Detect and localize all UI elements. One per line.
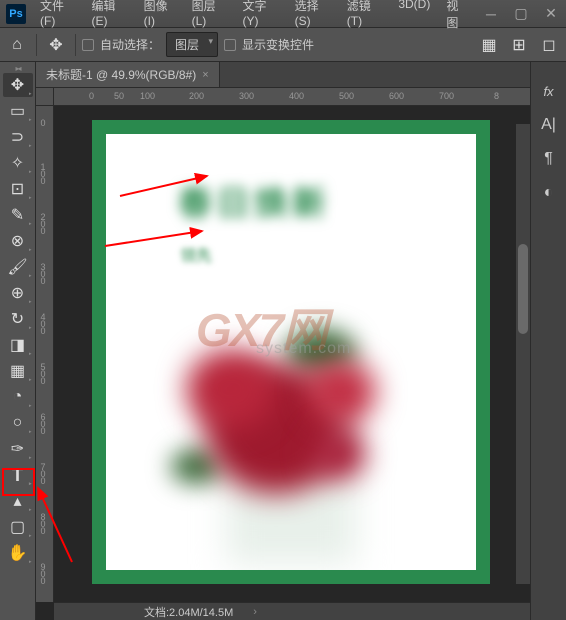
rect-marquee-tool[interactable]: ▭: [3, 99, 33, 123]
canvas-title-text: 春日焕新: [178, 176, 330, 225]
document-tabs: 未标题-1 @ 49.9%(RGB/8#) ×: [36, 62, 530, 88]
move-tool[interactable]: ✥: [3, 73, 33, 97]
app-logo: Ps: [6, 4, 26, 24]
swatch-panel-icon[interactable]: ◐: [536, 182, 562, 204]
canvas-subtitle-text: 领先: [180, 242, 212, 266]
status-chevron-icon[interactable]: ›: [253, 606, 257, 618]
tools-panel: ✥ ▭ ⊃ ✧ ⊡ ✎ ⊗ 🖌 ⊕ ↻ ◨ ▦ ◔ ○ ✑ T ▴ ▢ ✋: [0, 62, 36, 620]
ruler-horizontal[interactable]: 0 50 100 200 300 400 500 600 700 8: [54, 88, 530, 106]
close-button[interactable]: ✕: [536, 0, 566, 28]
fx-panel-icon[interactable]: fx: [536, 80, 562, 102]
dodge-tool[interactable]: ○: [3, 411, 33, 435]
scrollbar-vertical[interactable]: [516, 124, 530, 584]
doc-info-text: 文档:2.04M/14.5M: [144, 604, 233, 620]
canvas-viewport[interactable]: 春日焕新 领先 GX7网 system.com: [54, 106, 530, 602]
blur-tool[interactable]: ◔: [3, 385, 33, 409]
tools-grip[interactable]: [0, 64, 35, 72]
document-tab-label: 未标题-1 @ 49.9%(RGB/8#): [46, 66, 196, 83]
show-transform-checkbox[interactable]: [224, 39, 236, 51]
menu-view[interactable]: 视图: [438, 0, 476, 37]
rectangle-tool[interactable]: ▢: [3, 515, 33, 539]
right-panels: fx A| ¶ ◐: [530, 62, 566, 620]
type-tool[interactable]: T: [3, 463, 33, 487]
menu-edit[interactable]: 编辑(E): [84, 0, 136, 37]
menu-select[interactable]: 选择(S): [287, 0, 339, 37]
close-tab-icon[interactable]: ×: [202, 69, 208, 81]
layer-dropdown[interactable]: 图层: [166, 32, 218, 57]
canvas[interactable]: 春日焕新 领先 GX7网 system.com: [92, 120, 490, 584]
crop-tool[interactable]: ⊡: [3, 177, 33, 201]
ruler-corner[interactable]: [36, 88, 54, 106]
auto-select-checkbox[interactable]: [82, 39, 94, 51]
home-icon[interactable]: ⌂: [4, 32, 30, 58]
brush-tool[interactable]: 🖌: [3, 255, 33, 279]
hand-tool[interactable]: ✋: [3, 541, 33, 565]
show-transform-label: 显示变换控件: [242, 36, 314, 53]
document-tab[interactable]: 未标题-1 @ 49.9%(RGB/8#) ×: [36, 62, 220, 87]
history-brush-tool[interactable]: ↻: [3, 307, 33, 331]
menu-3d[interactable]: 3D(D): [390, 0, 438, 37]
maximize-button[interactable]: ▢: [506, 0, 536, 28]
gradient-tool[interactable]: ▦: [3, 359, 33, 383]
lasso-tool[interactable]: ⊃: [3, 125, 33, 149]
menu-type[interactable]: 文字(Y): [235, 0, 287, 37]
path-select-tool[interactable]: ▴: [3, 489, 33, 513]
align-icon[interactable]: ▦: [476, 32, 502, 58]
minimize-button[interactable]: ─: [476, 0, 506, 28]
patch-tool[interactable]: ⊗: [3, 229, 33, 253]
eyedropper-tool[interactable]: ✎: [3, 203, 33, 227]
3d-mode-icon[interactable]: ◻: [536, 32, 562, 58]
ruler-vertical[interactable]: 0 100 200 300 400 500 600 700 800 900: [36, 106, 54, 602]
watermark-sub-text: system.com: [256, 340, 351, 358]
pen-tool[interactable]: ✑: [3, 437, 33, 461]
menu-filter[interactable]: 滤镜(T): [339, 0, 391, 37]
character-panel-icon[interactable]: A|: [536, 114, 562, 136]
paragraph-panel-icon[interactable]: ¶: [536, 148, 562, 170]
magic-wand-tool[interactable]: ✧: [3, 151, 33, 175]
move-tool-preset-icon[interactable]: ✥: [43, 32, 69, 58]
eraser-tool[interactable]: ◨: [3, 333, 33, 357]
status-bar: 文档:2.04M/14.5M ›: [54, 602, 530, 620]
auto-select-label: 自动选择：: [100, 36, 160, 53]
stamp-tool[interactable]: ⊕: [3, 281, 33, 305]
menubar: 文件(F) 编辑(E) 图像(I) 图层(L) 文字(Y) 选择(S) 滤镜(T…: [32, 0, 476, 37]
arrange-icon[interactable]: ⊞: [506, 32, 532, 58]
